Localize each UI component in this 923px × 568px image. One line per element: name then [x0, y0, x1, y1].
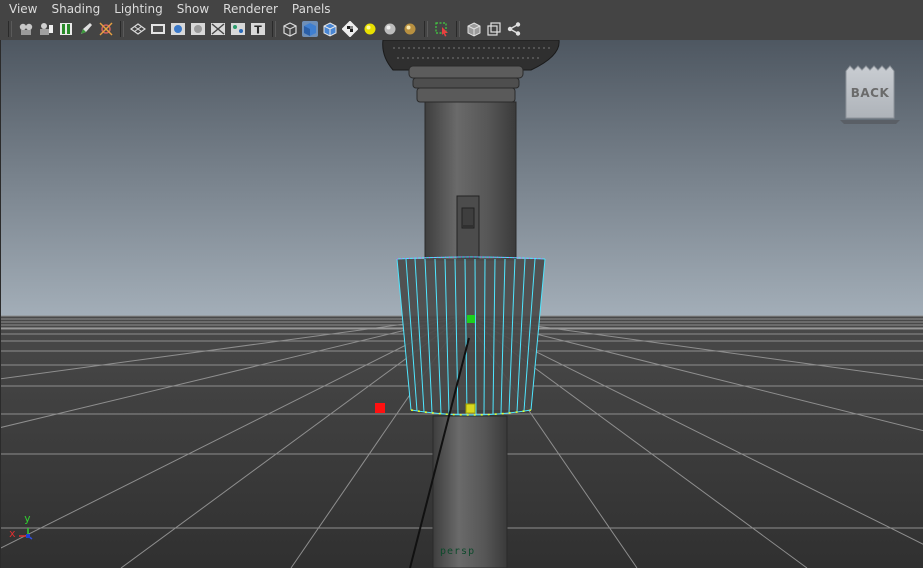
- toolbar-separator: [8, 21, 12, 37]
- menu-lighting[interactable]: Lighting: [107, 0, 170, 18]
- frame-icon[interactable]: [98, 21, 114, 37]
- image-plane-icon[interactable]: [58, 21, 74, 37]
- smooth-shade-icon[interactable]: [302, 21, 318, 37]
- xray-components-icon[interactable]: [506, 21, 522, 37]
- menu-panels[interactable]: Panels: [285, 0, 338, 18]
- view-cube-back-label[interactable]: BACK: [846, 68, 894, 116]
- axis-y-label: y: [24, 512, 31, 525]
- bookmark-camera-icon[interactable]: [38, 21, 54, 37]
- safe-title-icon[interactable]: T: [250, 21, 266, 37]
- toolbar-separator: [456, 21, 460, 37]
- axis-x-label: x: [9, 527, 16, 540]
- film-gate-icon[interactable]: [150, 21, 166, 37]
- menu-renderer[interactable]: Renderer: [216, 0, 285, 18]
- maya-viewport-panel: View Shading Lighting Show Renderer Pane…: [0, 0, 923, 568]
- isolate-select-icon[interactable]: [434, 21, 450, 37]
- shadows-icon[interactable]: [382, 21, 398, 37]
- scene-canvas[interactable]: [1, 40, 923, 568]
- gate-mask-icon[interactable]: [190, 21, 206, 37]
- svg-text:T: T: [254, 24, 262, 37]
- toolbar-separator: [272, 21, 276, 37]
- menu-show[interactable]: Show: [170, 0, 216, 18]
- texture-icon[interactable]: [342, 21, 358, 37]
- toolbar-separator: [424, 21, 428, 37]
- menu-shading[interactable]: Shading: [44, 0, 107, 18]
- high-quality-icon[interactable]: [402, 21, 418, 37]
- panel-menubar: View Shading Lighting Show Renderer Pane…: [0, 0, 923, 18]
- perspective-viewport[interactable]: BACK y x persp: [0, 40, 923, 568]
- wireframe-on-shaded-icon[interactable]: [322, 21, 338, 37]
- grease-pencil-icon[interactable]: [78, 21, 94, 37]
- wireframe-icon[interactable]: [282, 21, 298, 37]
- resolution-gate-icon[interactable]: [170, 21, 186, 37]
- shaft-switch-detail: [456, 195, 480, 259]
- safe-action-icon[interactable]: [230, 21, 246, 37]
- menu-view[interactable]: View: [0, 0, 44, 18]
- xray-joints-icon[interactable]: [486, 21, 502, 37]
- xray-icon[interactable]: [466, 21, 482, 37]
- move-handle-x[interactable]: [375, 403, 385, 413]
- toolbar-separator: [120, 21, 124, 37]
- pivot-vertex-handle[interactable]: [465, 403, 476, 414]
- camera-attributes-icon[interactable]: [18, 21, 34, 37]
- selected-cylinder[interactable]: [396, 256, 546, 416]
- move-handle-y[interactable]: [467, 315, 475, 323]
- lighting-icon[interactable]: [362, 21, 378, 37]
- view-cube-back-face[interactable]: BACK: [846, 68, 894, 116]
- grid-toggle-icon[interactable]: [130, 21, 146, 37]
- camera-name-label: persp: [440, 546, 476, 557]
- field-chart-icon[interactable]: [210, 21, 226, 37]
- panel-toolbar: T: [0, 18, 923, 40]
